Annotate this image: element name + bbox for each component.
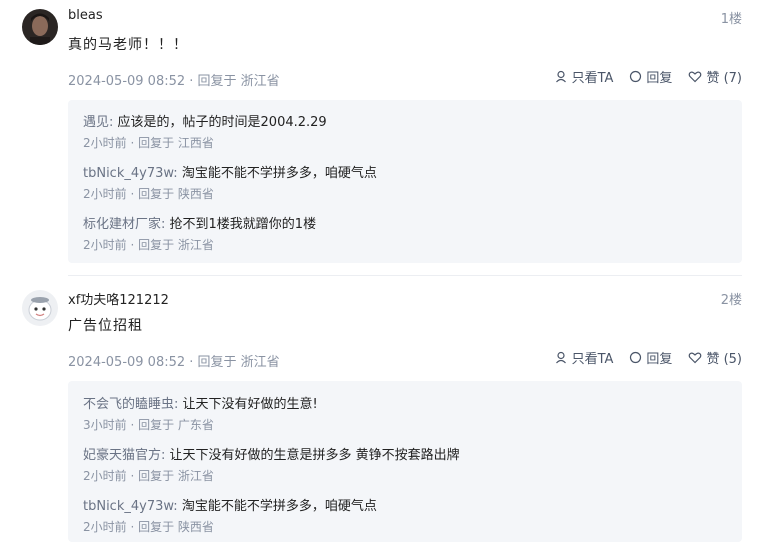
reply-author[interactable]: tbNick_4y73w:	[83, 166, 178, 181]
reply-author[interactable]: 遇见:	[83, 115, 113, 130]
reply-list: 遇见: 应该是的，帖子的时间是2004.2.29 2小时前 · 回复于 江西省 …	[68, 100, 742, 263]
comment-icon	[630, 351, 642, 364]
reply-text: 抢不到1楼我就蹭你的1楼	[169, 217, 317, 232]
reply-button[interactable]: 回复	[629, 348, 672, 367]
only-view-button[interactable]: 只看TA	[555, 67, 614, 86]
avatar[interactable]	[22, 9, 58, 45]
comment-icon	[630, 70, 642, 83]
reply-meta: 2小时前 · 回复于 浙江省	[83, 469, 214, 483]
floor-number: 1楼	[720, 12, 742, 27]
reply-meta: 2小时前 · 回复于 陕西省	[83, 187, 214, 201]
only-view-label: 只看TA	[571, 352, 614, 367]
only-view-button[interactable]: 只看TA	[555, 348, 614, 367]
reply-author[interactable]: 标化建材厂家:	[83, 217, 165, 232]
user-icon	[555, 70, 566, 83]
reply-author[interactable]: 不会飞的瞌睡虫:	[83, 397, 178, 412]
reply-item[interactable]: tbNick_4y73w: 淘宝能不能不学拼多多，咱硬气点 2小时前 · 回复于…	[83, 495, 727, 535]
reply-item[interactable]: 标化建材厂家: 抢不到1楼我就蹭你的1楼 2小时前 · 回复于 浙江省	[83, 213, 727, 253]
reply-item[interactable]: 不会飞的瞌睡虫: 让天下没有好做的生意! 3小时前 · 回复于 广东省	[83, 393, 727, 433]
reply-button[interactable]: 回复	[629, 67, 672, 86]
like-label: 赞 (7)	[706, 71, 742, 86]
reply-text: 应该是的，帖子的时间是2004.2.29	[117, 115, 327, 130]
reply-item[interactable]: 妃豪天猫官方: 让天下没有好做的生意是拼多多 黄铮不按套路出牌 2小时前 · 回…	[83, 444, 727, 484]
avatar[interactable]	[22, 290, 58, 326]
reply-meta: 3小时前 · 回复于 广东省	[83, 418, 214, 432]
user-icon	[555, 351, 566, 364]
heart-icon	[689, 71, 702, 83]
post-content: 真的马老师！！！	[68, 37, 188, 53]
reply-text: 让天下没有好做的生意!	[182, 397, 318, 412]
reply-label: 回复	[646, 71, 673, 86]
heart-icon	[689, 352, 702, 364]
post-meta: 2024-05-09 08:52 · 回复于 浙江省	[68, 74, 280, 89]
reply-meta: 2小时前 · 回复于 陕西省	[83, 520, 214, 534]
reply-text: 淘宝能不能不学拼多多，咱硬气点	[181, 499, 377, 514]
reply-meta: 2小时前 · 回复于 浙江省	[83, 238, 214, 252]
post-content: 广告位招租	[68, 318, 143, 334]
post-actions: 只看TA 回复 赞 (7)	[539, 67, 742, 86]
post-actions: 只看TA 回复 赞 (5)	[539, 348, 742, 367]
post-meta: 2024-05-09 08:52 · 回复于 浙江省	[68, 355, 280, 370]
like-button[interactable]: 赞 (7)	[688, 67, 742, 86]
reply-meta: 2小时前 · 回复于 江西省	[83, 136, 214, 150]
reply-author[interactable]: tbNick_4y73w:	[83, 499, 178, 514]
reply-list: 不会飞的瞌睡虫: 让天下没有好做的生意! 3小时前 · 回复于 广东省 妃豪天猫…	[68, 381, 742, 542]
reply-item[interactable]: 遇见: 应该是的，帖子的时间是2004.2.29 2小时前 · 回复于 江西省	[83, 111, 727, 151]
reply-item[interactable]: tbNick_4y73w: 淘宝能不能不学拼多多，咱硬气点 2小时前 · 回复于…	[83, 162, 727, 202]
reply-text: 淘宝能不能不学拼多多，咱硬气点	[181, 166, 377, 181]
reply-author[interactable]: 妃豪天猫官方:	[83, 448, 165, 463]
username[interactable]: bleas	[68, 8, 103, 23]
like-button[interactable]: 赞 (5)	[688, 348, 742, 367]
reply-label: 回复	[646, 352, 673, 367]
floor-number: 2楼	[720, 293, 742, 308]
post-divider	[68, 275, 742, 276]
like-label: 赞 (5)	[706, 352, 742, 367]
reply-text: 让天下没有好做的生意是拼多多 黄铮不按套路出牌	[169, 448, 460, 463]
only-view-label: 只看TA	[571, 71, 614, 86]
username[interactable]: xf功夫咯121212	[68, 289, 169, 308]
